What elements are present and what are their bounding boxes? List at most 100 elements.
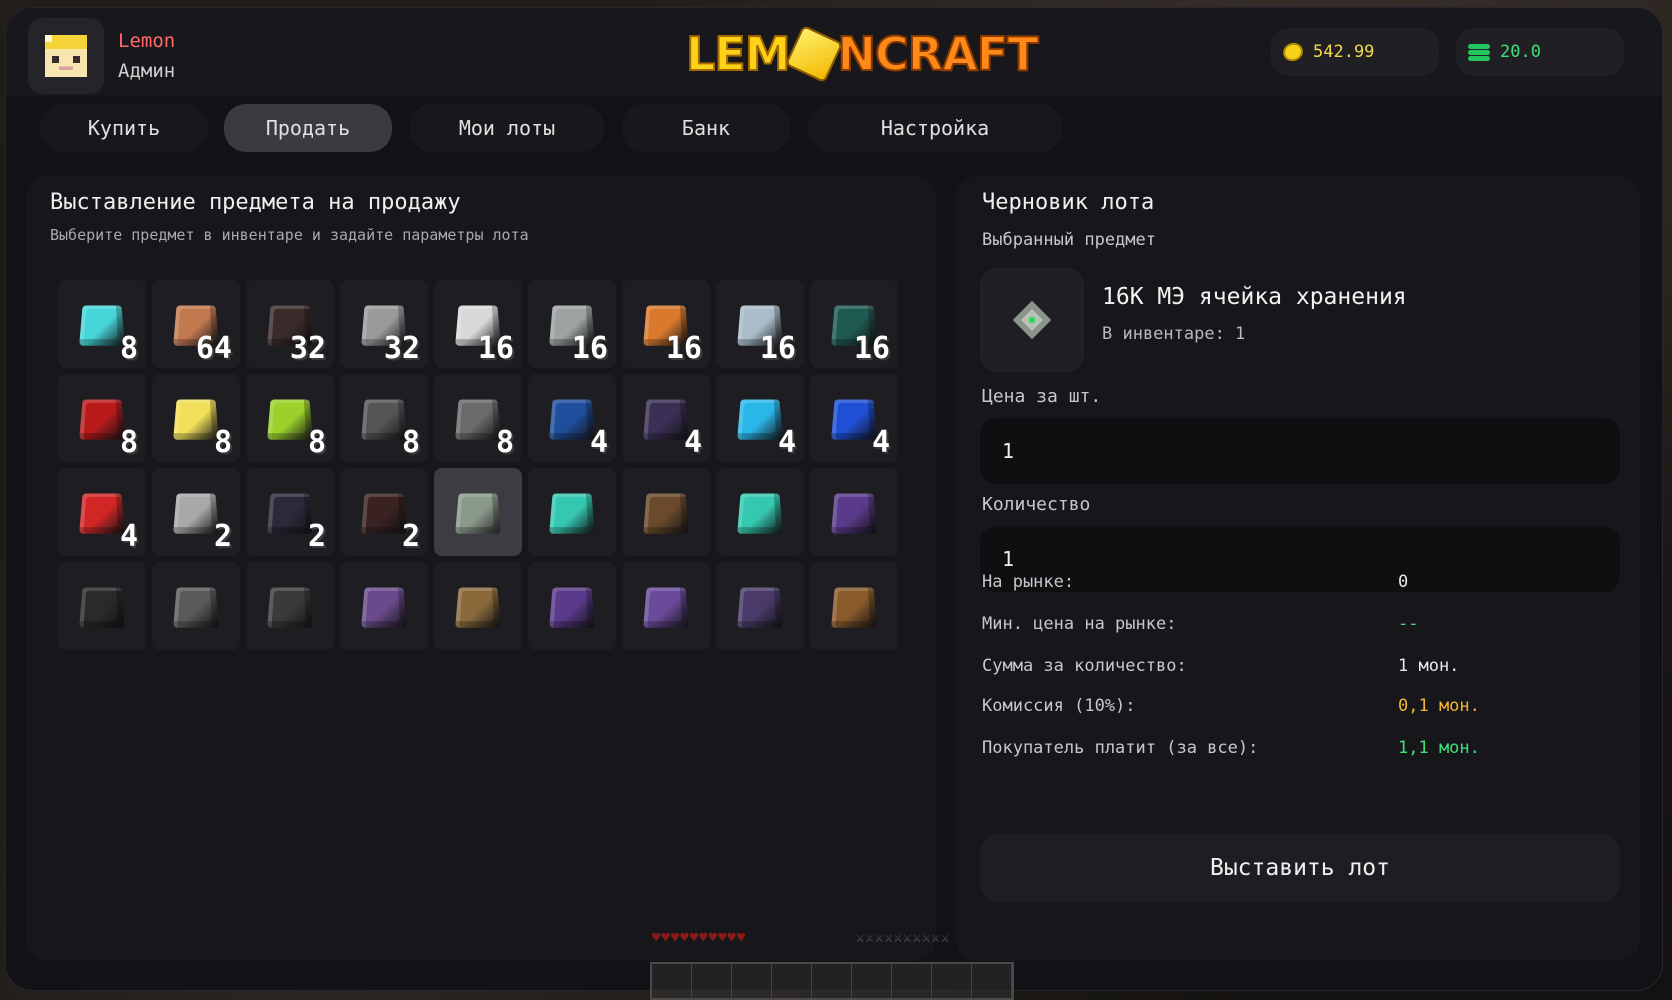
item-count: 64 <box>195 331 232 366</box>
pipe-icon <box>361 399 407 440</box>
hotbar-slot <box>932 964 972 998</box>
inventory-slot[interactable] <box>528 562 616 650</box>
cauldron-icon <box>173 493 219 534</box>
item-count: 2 <box>401 519 420 554</box>
netherite-helmet-icon <box>831 493 877 534</box>
logo-text-part1: LEM <box>685 26 792 82</box>
submit-lot-button[interactable]: Выставить лот <box>980 834 1620 902</box>
item-count: 32 <box>383 331 420 366</box>
hotbar-slot <box>732 964 772 998</box>
inventory-slot[interactable] <box>622 562 710 650</box>
item-count: 4 <box>871 425 890 460</box>
inventory-slot[interactable]: 2 <box>246 468 334 556</box>
inventory-slot[interactable]: 16 <box>528 280 616 368</box>
item-count: 16 <box>571 331 608 366</box>
inventory-slot[interactable] <box>246 562 334 650</box>
stat-label: На рынке: <box>982 572 1075 592</box>
inventory-slot[interactable] <box>152 562 240 650</box>
inventory-slot[interactable] <box>340 562 428 650</box>
inventory-slot[interactable]: 16 <box>716 280 804 368</box>
tab-settings[interactable]: Настройка <box>808 104 1062 152</box>
armor-bar: ⚔⚔⚔⚔⚔⚔⚔⚔⚔⚔ <box>856 930 951 946</box>
controller-block-icon <box>79 587 125 628</box>
tab-sell[interactable]: Продать <box>224 104 392 152</box>
inventory-slot[interactable]: 4 <box>528 374 616 462</box>
inventory-slot[interactable]: 32 <box>246 280 334 368</box>
inventory-slot[interactable] <box>528 468 616 556</box>
hotbar-slot <box>852 964 892 998</box>
inventory-slot[interactable]: 32 <box>340 280 428 368</box>
hotbar-slot <box>652 964 692 998</box>
inventory-slot[interactable]: 2 <box>340 468 428 556</box>
stat-label: Покупатель платит (за все): <box>982 738 1259 758</box>
drive-block-icon <box>173 587 219 628</box>
storage-cell-icon <box>1012 300 1052 340</box>
item-count: 8 <box>119 425 138 460</box>
inventory-slot[interactable] <box>58 562 146 650</box>
inventory-slot[interactable] <box>810 562 898 650</box>
inventory-slot[interactable]: 8 <box>434 374 522 462</box>
item-count: 8 <box>307 425 326 460</box>
purple-chestplate-icon <box>643 587 689 628</box>
inventory-slot[interactable]: 8 <box>340 374 428 462</box>
lapis-block-icon <box>549 399 595 440</box>
item-count: 8 <box>495 425 514 460</box>
inventory-slot[interactable] <box>434 562 522 650</box>
tab-my-lots[interactable]: Мои лоты <box>410 104 604 152</box>
stat-label: Комиссия (10%): <box>982 696 1136 716</box>
user-role: Админ <box>118 60 176 82</box>
item-count: 16 <box>759 331 796 366</box>
inventory-slot[interactable]: 8 <box>246 374 334 462</box>
selected-item-name: 16К МЭ ячейка хранения <box>1102 284 1407 310</box>
hotbar-slot <box>892 964 932 998</box>
stat-value: 1,1 мон. <box>1398 738 1480 758</box>
tab-buy[interactable]: Купить <box>40 104 208 152</box>
table-icon <box>643 493 689 534</box>
stat-value: 0,1 мон. <box>1398 696 1480 716</box>
inventory-slot[interactable]: 2 <box>152 468 240 556</box>
price-input[interactable] <box>980 418 1620 484</box>
hotbar-slot <box>812 964 852 998</box>
item-count: 2 <box>307 519 326 554</box>
money-balance-value: 20.0 <box>1500 42 1541 62</box>
quantity-input[interactable] <box>980 526 1620 592</box>
inventory-slot[interactable] <box>434 468 522 556</box>
inventory-slot[interactable]: 8 <box>152 374 240 462</box>
inventory-slot[interactable]: 4 <box>622 374 710 462</box>
inventory-slot[interactable] <box>622 468 710 556</box>
hotbar-slot <box>692 964 732 998</box>
tab-bank[interactable]: Банк <box>622 104 790 152</box>
purple-boots-icon <box>549 587 595 628</box>
inventory-slot[interactable]: 64 <box>152 280 240 368</box>
inventory-slot[interactable]: 16 <box>810 280 898 368</box>
selected-item-preview <box>980 268 1084 372</box>
inventory-slot[interactable] <box>716 468 804 556</box>
hotbar-slot <box>972 964 1012 998</box>
item-count: 2 <box>213 519 232 554</box>
coin-balance-value: 542.99 <box>1313 42 1375 62</box>
inventory-slot[interactable]: 16 <box>434 280 522 368</box>
obsidian-block-icon <box>643 399 689 440</box>
enchanted-book-icon <box>831 587 877 628</box>
inventory-slot[interactable]: 16 <box>622 280 710 368</box>
inventory-slot[interactable]: 8 <box>58 374 146 462</box>
inventory-slot[interactable]: 8 <box>58 280 146 368</box>
inventory-slot[interactable] <box>716 562 804 650</box>
selected-item-inventory-count: В инвентаре: 1 <box>1102 324 1246 344</box>
health-bar: ♥♥♥♥♥♥♥♥♥♥ <box>652 930 747 946</box>
inventory-slot[interactable]: 4 <box>716 374 804 462</box>
sell-panel-title: Выставление предмета на продажу <box>50 190 461 215</box>
selected-item-label: Выбранный предмет <box>982 230 1156 250</box>
scroll-icon <box>361 587 407 628</box>
coin-balance: 542.99 <box>1271 28 1439 76</box>
inventory-slot[interactable] <box>810 468 898 556</box>
inventory-slot[interactable]: 4 <box>58 468 146 556</box>
inventory-slot[interactable]: 4 <box>810 374 898 462</box>
item-count: 4 <box>777 425 796 460</box>
stat-label: Мин. цена на рынке: <box>982 614 1177 634</box>
redstone-plate-icon <box>361 493 407 534</box>
stat-label: Сумма за количество: <box>982 656 1187 676</box>
item-count: 8 <box>213 425 232 460</box>
item-count: 16 <box>665 331 702 366</box>
diamond-block-icon <box>79 305 125 346</box>
